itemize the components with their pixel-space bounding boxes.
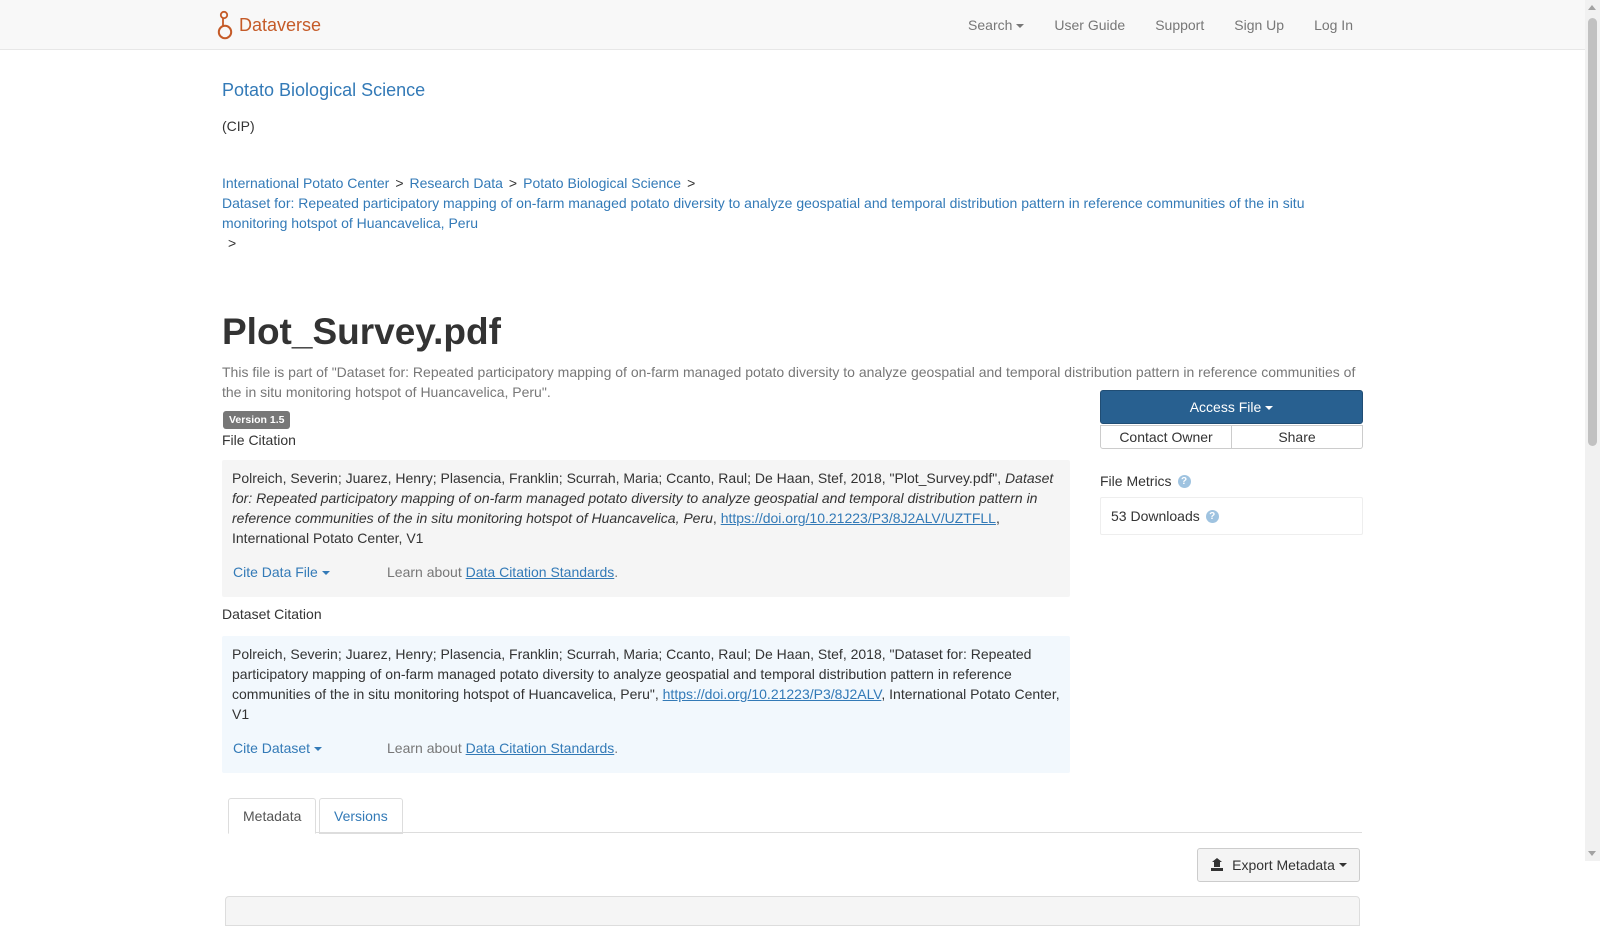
access-file-label: Access File — [1189, 399, 1262, 415]
brand-name: Dataverse — [239, 14, 322, 35]
export-metadata-label: Export Metadata — [1232, 857, 1335, 873]
learn-about-text: Learn about Data Citation Standards. — [387, 562, 618, 582]
nav-search-dropdown[interactable]: Search — [968, 17, 1025, 33]
cite-data-file-label: Cite Data File — [233, 564, 318, 580]
dataset-doi-link[interactable]: https://doi.org/10.21223/P3/8J2ALV — [663, 686, 882, 702]
version-badge: Version 1.5 — [223, 411, 291, 429]
nav-sign-up[interactable]: Sign Up — [1234, 17, 1284, 33]
breadcrumb-research-data[interactable]: Research Data — [410, 175, 503, 191]
tab-metadata[interactable]: Metadata — [228, 798, 317, 834]
contact-owner-button[interactable]: Contact Owner — [1100, 425, 1232, 449]
learn-prefix: Learn about — [387, 564, 466, 580]
learn-suffix: . — [614, 564, 619, 580]
file-citation-authors: Polreich, Severin; Juarez, Henry; Plasen… — [232, 470, 1006, 486]
breadcrumb-international-potato-center[interactable]: International Potato Center — [222, 175, 389, 191]
cite-dataset-dropdown[interactable]: Cite Dataset — [232, 738, 387, 758]
breadcrumb-dataset[interactable]: Dataset for: Repeated participatory mapp… — [222, 195, 1304, 231]
nav-log-in[interactable]: Log In — [1314, 17, 1353, 33]
scroll-down-arrow-icon[interactable] — [1588, 851, 1596, 856]
downloads-count: 53 Downloads — [1111, 508, 1200, 524]
breadcrumb-separator: > — [228, 235, 237, 251]
breadcrumb-separator: > — [395, 175, 404, 191]
learn-about-text: Learn about Data Citation Standards. — [387, 738, 618, 758]
file-citation-sep: , — [712, 510, 721, 526]
breadcrumb-separator: > — [508, 175, 518, 191]
export-metadata-button[interactable]: Export Metadata — [1197, 848, 1360, 882]
navbar: Dataverse Search User Guide Support Sign… — [0, 0, 1585, 50]
scroll-up-arrow-icon[interactable] — [1588, 5, 1596, 10]
share-button[interactable]: Share — [1232, 425, 1363, 449]
chevron-down-icon — [314, 747, 323, 752]
file-citation-label: File Citation — [222, 432, 296, 448]
dataverse-affiliation: (CIP) — [222, 118, 255, 134]
metadata-panel — [225, 896, 1360, 926]
file-metrics-box: 53 Downloads ? — [1100, 497, 1363, 535]
nav-user-guide[interactable]: User Guide — [1054, 17, 1125, 33]
file-metrics-label: File Metrics — [1100, 473, 1172, 489]
nav-support[interactable]: Support — [1155, 17, 1204, 33]
page-scrollbar[interactable] — [1585, 0, 1600, 861]
chevron-down-icon — [321, 571, 330, 576]
data-citation-standards-link[interactable]: Data Citation Standards — [466, 564, 615, 580]
learn-suffix: . — [614, 740, 619, 756]
breadcrumb: International Potato Center > Research Dat… — [222, 173, 1332, 253]
cite-dataset-label: Cite Dataset — [233, 740, 311, 756]
access-file-button[interactable]: Access File — [1100, 390, 1363, 424]
brand-link[interactable]: Dataverse — [216, 9, 321, 41]
scrollbar-thumb[interactable] — [1588, 18, 1597, 446]
tab-versions[interactable]: Versions — [319, 798, 403, 834]
help-icon[interactable]: ? — [1177, 474, 1191, 488]
dataset-citation-actions: Cite Dataset Learn about Data Citation S… — [232, 738, 1060, 758]
dataset-citation-label: Dataset Citation — [222, 606, 322, 622]
dataverse-title[interactable]: Potato Biological Science — [222, 80, 425, 101]
data-citation-standards-link[interactable]: Data Citation Standards — [466, 740, 615, 756]
breadcrumb-separator: > — [687, 175, 696, 191]
nav-links: Search User Guide Support Sign Up Log In — [938, 0, 1353, 50]
file-citation-box: Polreich, Severin; Juarez, Henry; Plasen… — [222, 460, 1070, 597]
export-icon — [1211, 858, 1224, 871]
breadcrumb-potato-biological-science[interactable]: Potato Biological Science — [523, 175, 681, 191]
file-doi-link[interactable]: https://doi.org/10.21223/P3/8J2ALV/UZTFL… — [721, 510, 996, 526]
chevron-down-icon — [1265, 406, 1274, 411]
file-metrics-title: File Metrics ? — [1100, 473, 1363, 489]
page-title: Plot_Survey.pdf — [222, 311, 501, 352]
tab-bar: Metadata Versions — [228, 798, 1362, 834]
chevron-down-icon — [1016, 24, 1025, 29]
dataverse-logo-icon — [217, 10, 233, 40]
help-icon[interactable]: ? — [1205, 509, 1219, 523]
file-citation-actions: Cite Data File Learn about Data Citation… — [232, 562, 1060, 582]
chevron-down-icon — [1338, 863, 1347, 867]
file-actions-column: Access File Contact Owner Share File Met… — [1100, 390, 1363, 535]
learn-prefix: Learn about — [387, 740, 466, 756]
cite-data-file-dropdown[interactable]: Cite Data File — [232, 562, 387, 582]
nav-search-label: Search — [968, 17, 1013, 33]
owner-share-group: Contact Owner Share — [1100, 425, 1363, 449]
dataset-citation-box: Polreich, Severin; Juarez, Henry; Plasen… — [222, 636, 1070, 773]
